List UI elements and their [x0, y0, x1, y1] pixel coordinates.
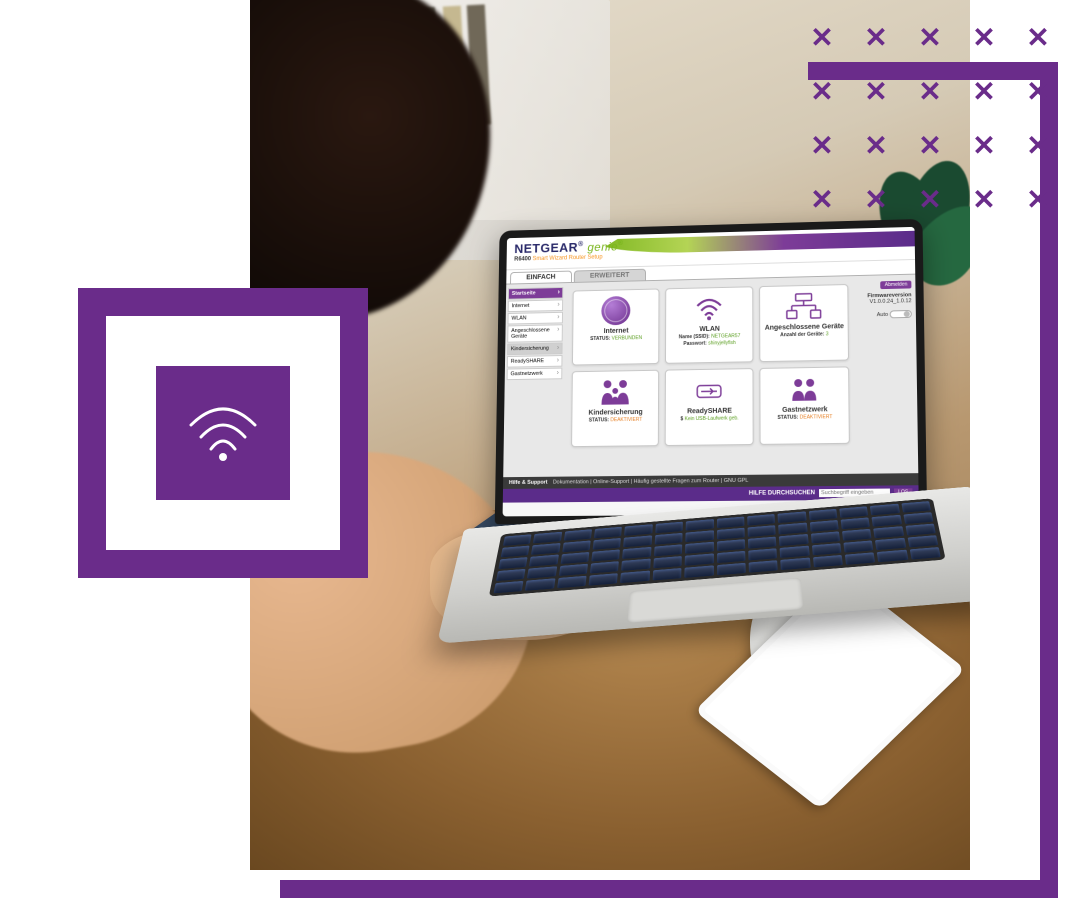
wifi-badge-inner [156, 366, 290, 500]
wifi-icon [183, 401, 263, 465]
x-pattern: ✕✕✕✕✕✕✕✕✕✕✕✕✕✕✕✕✕✕✕✕ [802, 26, 1058, 228]
